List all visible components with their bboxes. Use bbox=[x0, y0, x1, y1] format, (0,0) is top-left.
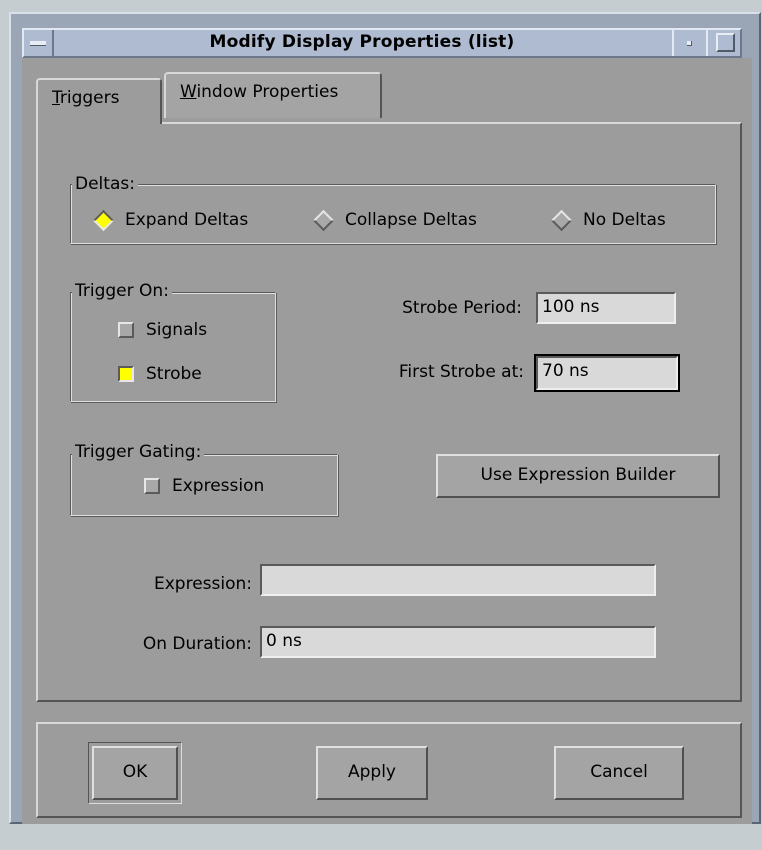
minimize-icon bbox=[687, 41, 692, 46]
ok-button[interactable]: OK bbox=[92, 746, 178, 800]
maximize-icon bbox=[716, 33, 735, 52]
expression-label: Expression: bbox=[153, 574, 252, 594]
trigger-on-group bbox=[70, 292, 276, 402]
tab-window-properties-label: indow Properties bbox=[196, 82, 339, 102]
tab-triggers[interactable]: Triggers bbox=[36, 78, 162, 124]
signals-label: Signals bbox=[146, 320, 208, 340]
tab-triggers-label: riggers bbox=[59, 88, 120, 108]
trigger-on-group-title: Trigger On: bbox=[72, 281, 172, 301]
tab-window-properties-mnemonic: W bbox=[180, 82, 197, 102]
strobe-period-field[interactable]: 100 ns bbox=[536, 292, 676, 324]
expression-input[interactable] bbox=[260, 564, 656, 596]
tab-window-properties[interactable]: Window Properties bbox=[164, 72, 382, 118]
checkbox-checked-icon bbox=[118, 366, 134, 382]
use-expression-builder-button[interactable]: Use Expression Builder bbox=[436, 454, 720, 498]
first-strobe-field[interactable]: 70 ns bbox=[534, 354, 680, 392]
expand-deltas-label: Expand Deltas bbox=[125, 210, 249, 230]
strobe-label: Strobe bbox=[146, 364, 202, 384]
strobe-period-label: Strobe Period: bbox=[402, 298, 522, 318]
no-deltas-radio[interactable]: No Deltas bbox=[550, 209, 666, 231]
window-menu-icon bbox=[30, 41, 46, 46]
expression-checkbox-label: Expression bbox=[172, 476, 265, 496]
radio-unselected-icon bbox=[312, 209, 335, 231]
triggers-panel: Deltas: Expand Deltas Collapse Deltas No… bbox=[36, 122, 742, 702]
minimize-button[interactable] bbox=[672, 30, 706, 56]
tab-triggers-mnemonic: T bbox=[52, 88, 60, 108]
checkbox-unchecked-icon bbox=[118, 322, 134, 338]
checkbox-unchecked-icon bbox=[144, 478, 160, 494]
on-duration-label: On Duration: bbox=[142, 634, 252, 654]
window-title: Modify Display Properties (list) bbox=[209, 32, 515, 52]
dialog-body: Triggers Window Properties Deltas: Expan… bbox=[22, 58, 752, 824]
no-deltas-label: No Deltas bbox=[583, 210, 666, 230]
collapse-deltas-label: Collapse Deltas bbox=[345, 210, 477, 230]
on-duration-input[interactable]: 0 ns bbox=[260, 626, 656, 658]
dialog-window: Modify Display Properties (list) Trigger… bbox=[0, 0, 762, 850]
collapse-deltas-radio[interactable]: Collapse Deltas bbox=[312, 209, 477, 231]
radio-selected-icon bbox=[92, 209, 115, 231]
first-strobe-label: First Strobe at: bbox=[398, 362, 524, 382]
apply-button[interactable]: Apply bbox=[316, 746, 428, 800]
cancel-button[interactable]: Cancel bbox=[554, 746, 684, 800]
expand-deltas-radio[interactable]: Expand Deltas bbox=[92, 209, 249, 231]
window-menu-button[interactable] bbox=[24, 30, 54, 56]
deltas-group-title: Deltas: bbox=[72, 174, 138, 194]
expression-checkbox[interactable]: Expression bbox=[144, 476, 264, 496]
radio-unselected-icon bbox=[550, 209, 573, 231]
title-bar[interactable]: Modify Display Properties (list) bbox=[22, 28, 742, 58]
strobe-checkbox[interactable]: Strobe bbox=[118, 364, 202, 384]
button-area: OK Apply Cancel bbox=[36, 722, 742, 818]
maximize-button[interactable] bbox=[706, 30, 740, 56]
trigger-gating-group-title: Trigger Gating: bbox=[72, 442, 205, 462]
signals-checkbox[interactable]: Signals bbox=[118, 320, 207, 340]
